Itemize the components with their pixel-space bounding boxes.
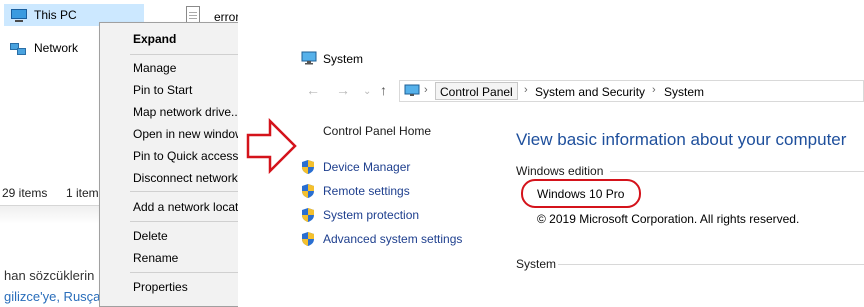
status-item-count: 29 items <box>2 186 48 200</box>
back-arrow-icon[interactable]: ← <box>306 82 320 98</box>
background-text: han sözcüklerin <box>4 268 95 283</box>
breadcrumb-system[interactable]: System <box>664 85 704 99</box>
window-shadow <box>0 206 100 224</box>
menu-item-rename[interactable]: Rename <box>133 251 178 265</box>
menu-item-pin-to-start[interactable]: Pin to Start <box>133 83 192 97</box>
menu-item-map-network-drive[interactable]: Map network drive... <box>133 105 238 119</box>
section-header-windows-edition: Windows edition <box>516 164 604 178</box>
task-link-label: Advanced system settings <box>323 232 463 246</box>
window-title: System <box>323 52 364 66</box>
menu-separator <box>130 272 238 273</box>
menu-item-expand[interactable]: Expand <box>133 32 176 46</box>
network-icon <box>10 40 28 56</box>
device-manager-link[interactable]: Device Manager <box>301 158 410 176</box>
copyright-text: © 2019 Microsoft Corporation. All rights… <box>537 212 800 226</box>
shield-icon <box>302 160 314 174</box>
advanced-system-settings-link[interactable]: Advanced system settings <box>301 230 462 248</box>
menu-separator <box>130 191 238 192</box>
system-protection-link[interactable]: System protection <box>301 206 419 224</box>
menu-separator <box>130 54 238 55</box>
highlight-annotation <box>521 179 641 208</box>
page-title: View basic information about your comput… <box>516 130 847 149</box>
shield-icon <box>302 184 314 198</box>
control-panel-icon <box>404 84 420 96</box>
file-explorer: This PC Network error 29 items 1 item ha… <box>0 0 238 307</box>
section-divider <box>558 264 864 265</box>
shield-icon <box>302 208 314 222</box>
breadcrumb-chevron-icon[interactable]: › <box>652 84 656 96</box>
section-divider <box>610 171 864 172</box>
nav-item-network[interactable]: Network <box>10 37 78 59</box>
nav-item-label: This PC <box>34 8 77 22</box>
menu-item-open-new-window[interactable]: Open in new window <box>133 127 238 141</box>
system-icon <box>301 51 317 65</box>
nav-item-label: Network <box>34 41 79 55</box>
recent-locations-chevron-icon[interactable]: ⌄ <box>363 86 371 97</box>
control-panel-home-link[interactable]: Control Panel Home <box>323 124 431 138</box>
background-link-text: gilizce'ye, Rusça <box>4 289 101 304</box>
menu-item-disconnect-network-drive[interactable]: Disconnect network drive... <box>133 171 238 185</box>
up-arrow-icon[interactable]: ↑ <box>380 82 387 98</box>
forward-arrow-icon[interactable]: → <box>336 82 350 98</box>
section-header-system: System <box>516 257 557 271</box>
menu-item-manage[interactable]: Manage <box>133 61 176 75</box>
this-pc-icon <box>10 7 28 23</box>
breadcrumb-chevron-icon[interactable]: › <box>524 84 528 96</box>
red-arrow-icon <box>246 118 297 174</box>
menu-item-properties[interactable]: Properties <box>133 280 188 294</box>
task-link-label: Remote settings <box>323 184 410 198</box>
breadcrumb-system-security[interactable]: System and Security <box>535 85 645 99</box>
address-bar[interactable]: › Control Panel › System and Security › … <box>399 80 864 102</box>
menu-separator <box>130 221 238 222</box>
remote-settings-link[interactable]: Remote settings <box>301 182 410 200</box>
task-link-label: System protection <box>323 208 420 222</box>
task-link-label: Device Manager <box>323 160 411 174</box>
breadcrumb-chevron-icon[interactable]: › <box>424 84 428 96</box>
context-menu: Expand Manage Pin to Start Map network d… <box>99 22 238 307</box>
menu-item-add-network-location[interactable]: Add a network location <box>133 200 238 214</box>
breadcrumb-control-panel[interactable]: Control Panel <box>435 82 518 100</box>
shield-icon <box>302 232 314 246</box>
menu-item-pin-quick-access[interactable]: Pin to Quick access <box>133 149 238 163</box>
menu-item-delete[interactable]: Delete <box>133 229 168 243</box>
status-selected-count: 1 item <box>66 186 99 200</box>
